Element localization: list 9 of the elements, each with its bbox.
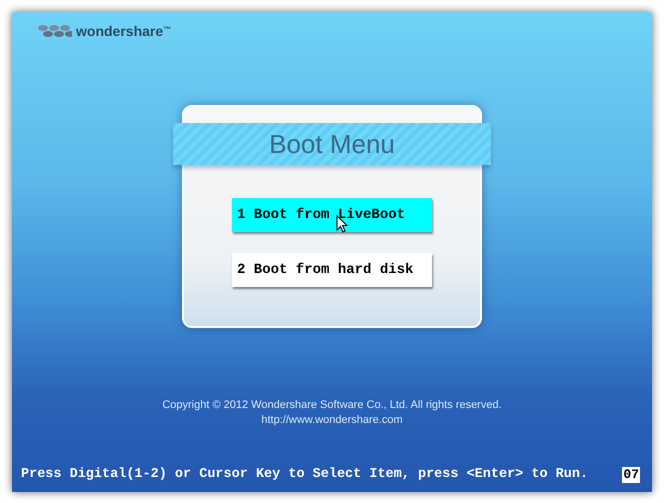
status-hint: Press Digital(1-2) or Cursor Key to Select Item, press <Enter> to Run. — [21, 466, 588, 484]
boot-option[interactable]: 1 Boot from LiveBoot — [232, 198, 432, 232]
boot-option[interactable]: 2 Boot from hard disk — [232, 253, 432, 287]
website-url: http://www.wondershare.com — [261, 413, 403, 428]
brand-name: wondershare$^{™}$ — [76, 24, 172, 38]
menu-title: Boot Menu — [269, 131, 395, 157]
logo-icon — [38, 24, 72, 38]
countdown-timer: 07 — [622, 467, 640, 484]
copyright-text: Copyright © 2012 Wondershare Software Co., Ltd. All rights reserved. — [162, 398, 502, 413]
